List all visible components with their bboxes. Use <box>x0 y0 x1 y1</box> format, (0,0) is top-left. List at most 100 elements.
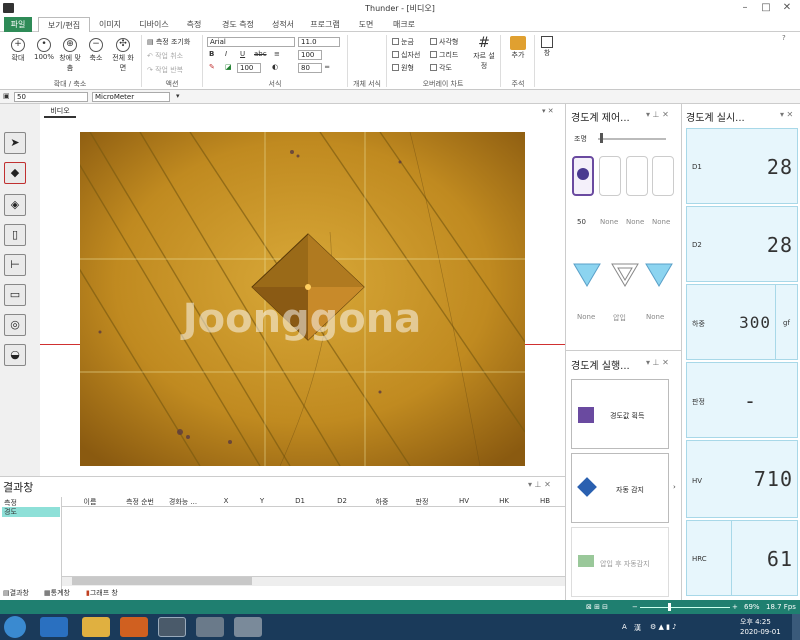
col-x[interactable]: X <box>218 497 234 505</box>
line-style-icon[interactable]: ═ <box>325 63 329 71</box>
help-icon[interactable]: ? <box>782 34 786 42</box>
panel-pin-icon[interactable]: ▾ ✕ <box>780 110 793 119</box>
lens-slot-icon[interactable] <box>626 156 648 196</box>
media-player-icon[interactable] <box>120 617 148 637</box>
maximize-button[interactable]: □ <box>756 1 776 15</box>
strike-button[interactable]: abc <box>254 50 267 58</box>
overlay-grid-check[interactable]: 그리드 <box>430 50 458 60</box>
zoom-slider-thumb[interactable] <box>668 603 671 611</box>
window-button[interactable]: 창 <box>538 36 556 58</box>
col-hv[interactable]: HV <box>454 497 474 505</box>
expand-arrow-icon[interactable]: › <box>673 483 676 491</box>
zoom-100-button[interactable]: • 100% <box>32 38 56 61</box>
indent-auto-detect-button[interactable]: 압입 후 자동감지 <box>571 527 669 597</box>
tab-image[interactable]: 이미지 <box>92 17 128 32</box>
underline-button[interactable]: U <box>240 50 245 58</box>
save-icon[interactable]: ▣ <box>3 92 10 100</box>
zoom-in-button[interactable]: + 확대 <box>6 38 30 63</box>
tab-macro[interactable]: 매크로 <box>384 17 424 32</box>
tree-item-hardness[interactable]: 경도 <box>2 507 60 517</box>
col-load[interactable]: 하중 <box>372 497 392 507</box>
opacity-field[interactable]: 80 <box>298 63 322 73</box>
col-d2[interactable]: D2 <box>332 497 352 505</box>
light-slider-thumb[interactable] <box>600 133 603 143</box>
tab-report[interactable]: 성적서 <box>266 17 300 32</box>
tab-program[interactable]: 프로그램 <box>304 17 346 32</box>
acquire-hardness-button[interactable]: 경도값 획득 <box>571 379 669 449</box>
panel-pin-icon[interactable]: ▾ ⊥ ✕ <box>528 480 551 489</box>
ruler-settings-button[interactable]: # 자르 설정 <box>472 36 496 71</box>
magnification-select[interactable]: 50 <box>14 92 88 102</box>
tab-hardness[interactable]: 경도 측정 <box>214 17 262 32</box>
explorer-icon[interactable] <box>82 617 110 637</box>
start-button-icon[interactable] <box>4 616 26 638</box>
full-screen-button[interactable]: ✣ 전체 화면 <box>110 38 136 73</box>
line-measure-tool-icon[interactable]: ⊢ <box>4 254 26 276</box>
font-select[interactable]: Arial <box>207 37 295 47</box>
microscope-image[interactable]: Joonggona <box>80 132 525 466</box>
bottom-tab-stats[interactable]: ▦통계창 <box>44 588 70 598</box>
minimize-button[interactable]: – <box>735 1 755 15</box>
light-slider[interactable] <box>598 138 666 140</box>
bold-button[interactable]: B <box>209 50 214 58</box>
pen-icon[interactable]: ✎ <box>209 63 215 71</box>
italic-button[interactable]: I <box>225 50 227 58</box>
overlay-angle-check[interactable]: 각도 <box>430 63 452 73</box>
thunder-app-icon[interactable] <box>158 617 186 637</box>
bottom-tab-results[interactable]: ▤결과창 <box>3 588 29 598</box>
tab-measure[interactable]: 측정 <box>180 17 208 32</box>
col-name[interactable]: 이름 <box>80 497 100 507</box>
width-field[interactable]: 100 <box>237 63 261 73</box>
lens-slot-icon[interactable] <box>599 156 621 196</box>
align-icon[interactable]: ≡ <box>274 50 280 58</box>
col-judgement[interactable]: 판정 <box>412 497 432 507</box>
show-desktop-button[interactable] <box>792 614 800 640</box>
circle-tool-icon[interactable]: ◎ <box>4 314 26 336</box>
overlay-circle-check[interactable]: 원형 <box>392 63 414 73</box>
status-icons[interactable]: ⊠ ⊞ ⊟ <box>586 603 608 611</box>
col-y[interactable]: Y <box>254 497 270 505</box>
col-d1[interactable]: D1 <box>290 497 310 505</box>
dropdown-arrow-icon[interactable]: ▾ <box>176 92 180 100</box>
col-seq[interactable]: 측정 순번 <box>120 497 160 507</box>
scale-tool-icon[interactable]: ▭ <box>4 284 26 306</box>
overlay-rect-check[interactable]: 사각형 <box>430 37 458 47</box>
undo-button[interactable]: ↶ 작업 취소 <box>147 51 183 61</box>
zoom-slider[interactable] <box>640 607 730 608</box>
lang-indicator[interactable]: A <box>622 623 627 631</box>
scale-field[interactable]: 100 <box>298 50 322 60</box>
ie-icon[interactable] <box>40 617 68 637</box>
panel-pin-icon[interactable]: ▾ ⊥ ✕ <box>646 358 669 367</box>
lens-50-icon[interactable] <box>572 156 594 196</box>
unit-select[interactable]: MicroMeter <box>92 92 170 102</box>
panel-pin-icon[interactable]: ▾ ⊥ ✕ <box>646 110 669 119</box>
fill-icon[interactable]: ◪ <box>225 63 232 71</box>
col-hardenability[interactable]: 경화능 ... <box>163 497 203 507</box>
tab-device[interactable]: 디바이스 <box>132 17 176 32</box>
mouse-tool-icon[interactable]: ▯ <box>4 224 26 246</box>
pin-icon[interactable]: ▾ ✕ <box>542 107 554 115</box>
col-hk[interactable]: HK <box>494 497 514 505</box>
zoom-minus-icon[interactable]: − <box>632 603 638 611</box>
fit-window-button[interactable]: ⊕ 창에 맞춤 <box>58 38 82 73</box>
close-button[interactable]: ✕ <box>777 1 797 15</box>
bottom-tab-graph[interactable]: ▮그래프 창 <box>86 588 118 598</box>
tab-video[interactable]: 비디오 <box>44 106 76 118</box>
tab-view-edit[interactable]: 보기/편집 <box>38 17 90 33</box>
overlay-ruler-check[interactable]: 눈금 <box>392 37 414 47</box>
app-icon-2[interactable] <box>196 617 224 637</box>
redo-button[interactable]: ↷ 작업 반복 <box>147 65 183 75</box>
tab-drawing[interactable]: 도면 <box>352 17 380 32</box>
tab-file[interactable]: 파일 <box>4 17 32 32</box>
reset-measure-button[interactable]: ▤ 측정 조기화 <box>147 37 190 47</box>
knoop-indent-tool-icon[interactable]: ◈ <box>4 194 26 216</box>
overlay-crosshair-check[interactable]: 십자선 <box>392 50 420 60</box>
font-size-select[interactable]: 11.0 <box>298 37 340 47</box>
auto-detect-button[interactable]: 자동 감지 <box>571 453 669 523</box>
gauge-tool-icon[interactable]: ◒ <box>4 344 26 366</box>
pointer-tool-icon[interactable]: ➤ <box>4 132 26 154</box>
zoom-out-button[interactable]: − 축소 <box>84 38 108 63</box>
scrollbar-thumb[interactable] <box>72 577 252 585</box>
diamond-indent-tool-icon[interactable]: ◆ <box>4 162 26 184</box>
lens-slot-icon[interactable] <box>652 156 674 196</box>
